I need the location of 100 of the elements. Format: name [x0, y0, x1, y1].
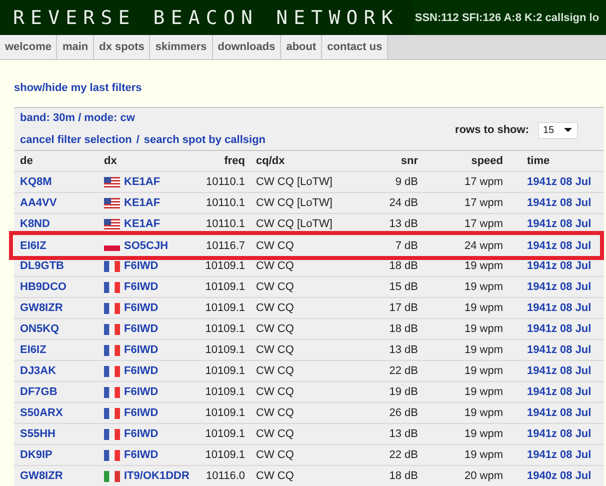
speed-cell-text: 19 wpm — [463, 407, 504, 419]
spotter-link[interactable]: GW8IZR — [20, 302, 63, 314]
spotter-link[interactable]: DK9IP — [20, 449, 52, 461]
dx-callsign-link[interactable]: F6IWD — [124, 407, 158, 419]
freq-cell-text: 10109.1 — [204, 365, 246, 377]
freq-cell-text: 10116.0 — [205, 470, 246, 482]
dx-callsign-link[interactable]: F6IWD — [124, 365, 158, 377]
nav-tab[interactable]: contact us — [322, 35, 388, 59]
time-link[interactable]: 1941z 08 Jul — [527, 344, 592, 356]
speed-cell-text: 19 wpm — [463, 281, 504, 293]
freq-cell-text: 10109.1 — [204, 323, 246, 335]
fr-flag-icon — [104, 344, 120, 356]
time-link[interactable]: 1941z 08 Jul — [527, 386, 592, 398]
nav-tab[interactable]: downloads — [212, 35, 282, 59]
speed-cell-text: 19 wpm — [463, 344, 504, 356]
spotter-link[interactable]: S50ARX — [20, 407, 63, 419]
time-link[interactable]: 1941z 08 Jul — [527, 449, 592, 461]
freq-cell-text: 10116.7 — [205, 240, 246, 252]
spotter-link[interactable]: HB9DCO — [20, 281, 66, 293]
dx-callsign-link[interactable]: F6IWD — [124, 428, 158, 440]
time-link[interactable]: 1940z 08 Jul — [527, 470, 592, 482]
dx-callsign-link[interactable]: IT9/OK1DDR — [124, 470, 190, 482]
toggle-filters-link[interactable]: show/hide my last filters — [14, 82, 142, 94]
time-link[interactable]: 1941z 08 Jul — [527, 407, 592, 419]
dx-callsign-link[interactable]: SO5CJH — [124, 240, 168, 252]
rows-dropdown[interactable]: 15 — [538, 122, 578, 138]
snr-cell-text: 22 dB — [388, 449, 419, 461]
band-mode-link[interactable]: band: 30m / mode: cw — [20, 112, 266, 124]
rows-label: rows to show: — [455, 124, 529, 136]
freq-cell-text: 10109.1 — [204, 260, 246, 272]
time-link[interactable]: 1941z 08 Jul — [527, 260, 592, 272]
freq-cell-text: 10109.1 — [204, 281, 246, 293]
dx-callsign-link[interactable]: F6IWD — [124, 323, 158, 335]
spotter-link[interactable]: KQ8M — [20, 176, 52, 188]
spotter-link[interactable]: DF7GB — [20, 386, 58, 398]
speed-cell-text: 19 wpm — [463, 260, 504, 272]
column-header: snr — [400, 155, 419, 167]
time-link[interactable]: 1941z 08 Jul — [527, 281, 592, 293]
snr-cell-text: 18 dB — [388, 323, 419, 335]
time-link[interactable]: 1941z 08 Jul — [527, 218, 592, 230]
snr-cell-text: 17 dB — [388, 302, 419, 314]
dx-callsign-link[interactable]: F6IWD — [124, 449, 158, 461]
spotter-link[interactable]: ON5KQ — [20, 323, 60, 335]
spotter-link[interactable]: EI6IZ — [20, 344, 46, 356]
nav-tab[interactable]: main — [57, 35, 94, 59]
speed-cell-text: 17 wpm — [463, 218, 504, 230]
dx-callsign-link[interactable]: F6IWD — [124, 344, 158, 356]
dx-callsign-link[interactable]: F6IWD — [124, 281, 158, 293]
dx-callsign-link[interactable]: F6IWD — [124, 260, 158, 272]
nav-tab[interactable]: welcome — [0, 35, 58, 59]
time-link[interactable]: 1941z 08 Jul — [527, 197, 592, 209]
speed-cell-text: 19 wpm — [463, 365, 504, 377]
speed-cell-text: 17 wpm — [463, 176, 504, 188]
dx-callsign-link[interactable]: KE1AF — [124, 218, 160, 230]
time-link[interactable]: 1941z 08 Jul — [527, 428, 592, 440]
speed-cell-text: 19 wpm — [463, 323, 504, 335]
spotter-link[interactable]: GW8IZR — [20, 470, 63, 482]
speed-cell-text: 19 wpm — [463, 386, 504, 398]
snr-cell-text: 13 dB — [388, 218, 419, 230]
dx-callsign-link[interactable]: F6IWD — [124, 302, 158, 314]
time-link[interactable]: 1941z 08 Jul — [527, 323, 592, 335]
column-header: cq/dx — [255, 155, 286, 167]
freq-cell-text: 10110.1 — [205, 197, 246, 209]
dx-callsign-link[interactable]: KE1AF — [124, 176, 160, 188]
fr-flag-icon — [104, 450, 120, 460]
time-link[interactable]: 1941z 08 Jul — [527, 240, 592, 252]
fr-flag-icon — [104, 324, 120, 334]
mode-cell-text: CW CQ — [255, 449, 295, 461]
cancel-filter-link[interactable]: cancel filter selection — [20, 134, 132, 146]
snr-cell-text: 22 dB — [388, 365, 419, 377]
mode-cell-text: CW CQ [LoTW] — [255, 218, 334, 230]
freq-cell-text: 10109.1 — [204, 449, 246, 461]
time-link[interactable]: 1941z 08 Jul — [527, 176, 592, 188]
spotter-link[interactable]: AA4VV — [20, 197, 57, 209]
spotter-link[interactable]: DJ3AK — [20, 365, 56, 377]
spotter-link[interactable]: EI6IZ — [20, 240, 46, 252]
column-header: time — [526, 155, 551, 167]
freq-cell-text: 10109.1 — [204, 344, 246, 356]
site-logo: REVERSE BEACON NETWORK — [0, 0, 413, 35]
fr-flag-icon — [104, 260, 120, 272]
nav-tab[interactable]: dx spots — [94, 35, 150, 59]
solar-stats: SSN:112 SFI:126 A:8 K:2 callsign lo — [414, 12, 600, 24]
spotter-link[interactable]: DL9GTB — [20, 260, 64, 272]
spotter-link[interactable]: S55HH — [20, 428, 56, 440]
us-flag-icon — [104, 218, 120, 230]
speed-cell-text: 19 wpm — [463, 428, 504, 440]
it-flag-icon — [104, 470, 120, 482]
snr-cell-text: 13 dB — [388, 344, 419, 356]
time-link[interactable]: 1941z 08 Jul — [527, 365, 592, 377]
spotter-link[interactable]: K8ND — [20, 218, 50, 230]
search-spot-link[interactable]: search spot by callsign — [144, 134, 266, 146]
freq-cell-text: 10109.1 — [204, 428, 246, 440]
fr-flag-icon — [104, 428, 120, 440]
dx-callsign-link[interactable]: KE1AF — [124, 197, 160, 209]
nav-tab[interactable]: skimmers — [150, 35, 213, 59]
time-link[interactable]: 1941z 08 Jul — [527, 302, 592, 314]
dx-callsign-link[interactable]: F6IWD — [124, 386, 158, 398]
nav-tab[interactable]: about — [281, 35, 322, 59]
mode-cell-text: CW CQ [LoTW] — [255, 176, 334, 188]
mode-cell-text: CW CQ [LoTW] — [255, 197, 334, 209]
